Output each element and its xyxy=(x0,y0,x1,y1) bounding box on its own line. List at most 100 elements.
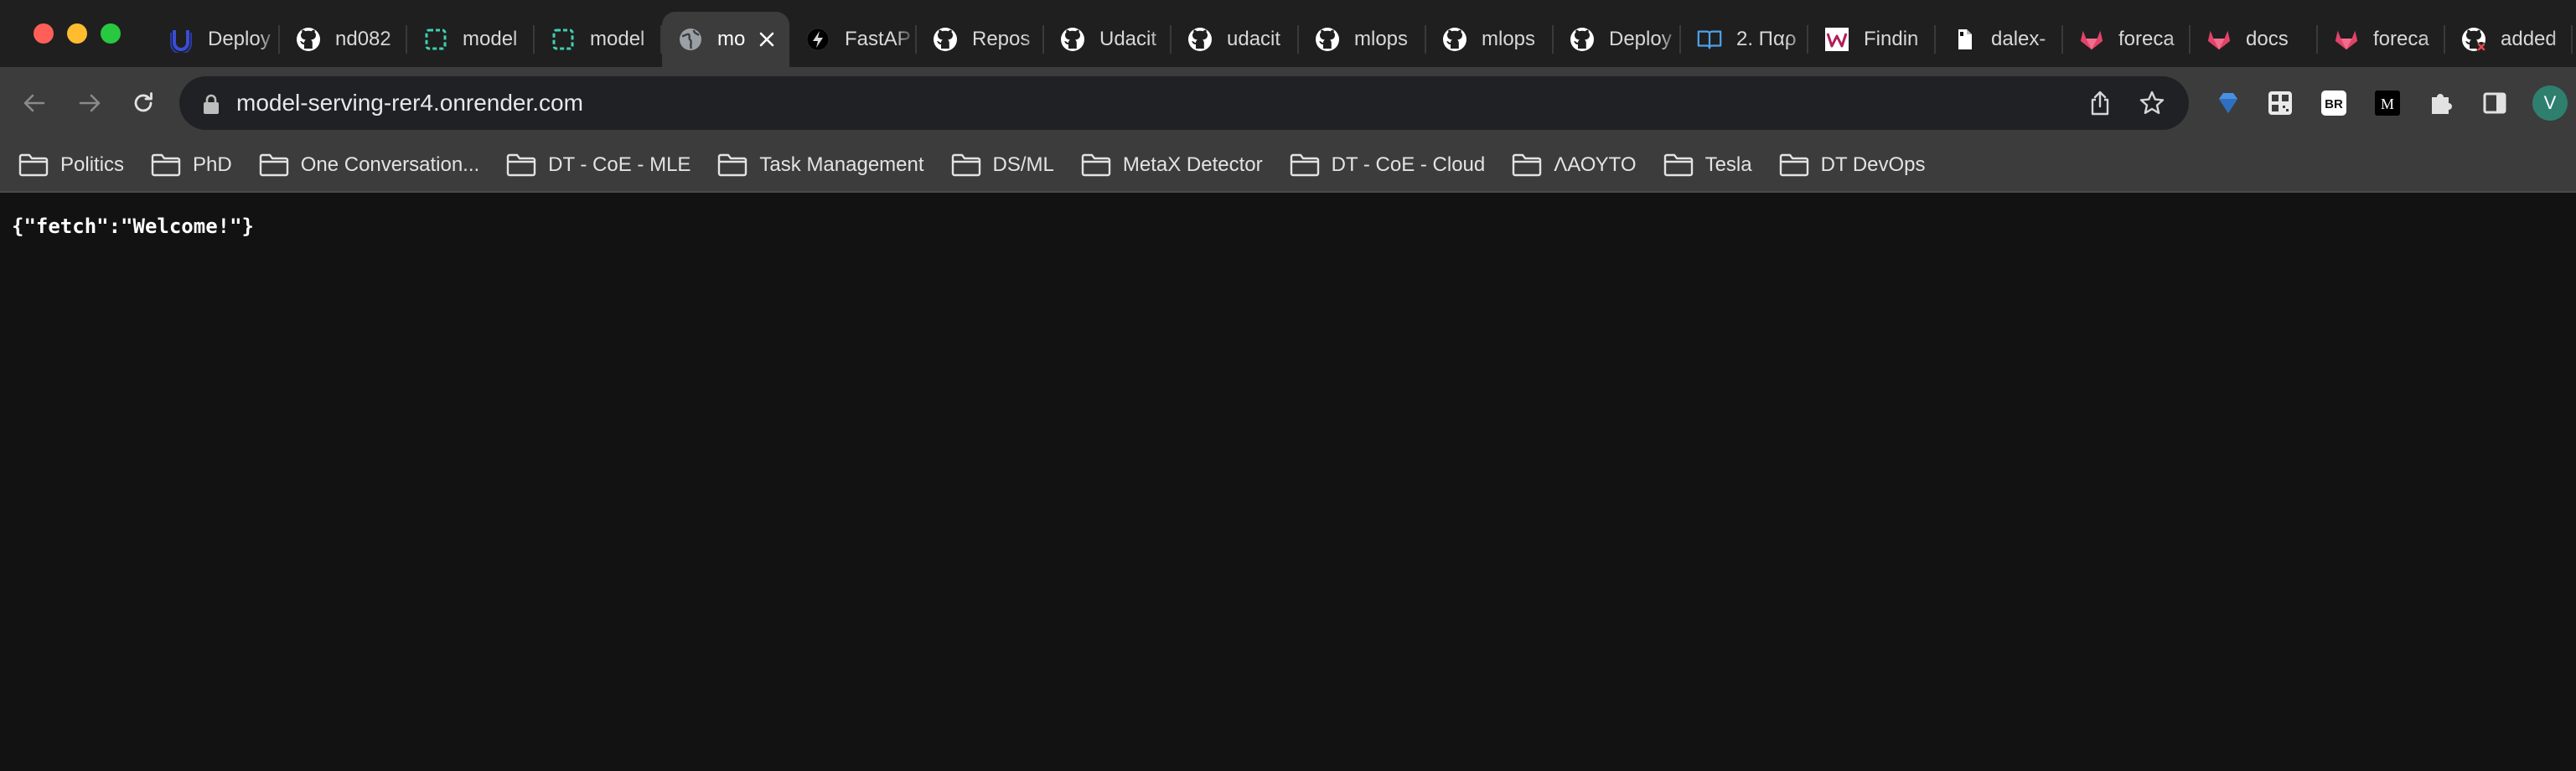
bookmark-folder[interactable]: Politics xyxy=(18,153,124,177)
folder-icon xyxy=(18,153,49,177)
tab-title: model xyxy=(590,28,645,50)
bookmark-star-button[interactable] xyxy=(2137,88,2167,118)
tab-title: udacit xyxy=(1227,28,1281,50)
star-icon xyxy=(2139,91,2165,114)
tab[interactable]: dalex- xyxy=(1936,12,2063,67)
file-icon xyxy=(1951,26,1978,53)
reload-button[interactable] xyxy=(126,85,161,121)
tab-title: Repos xyxy=(972,28,1031,50)
url-text: model-serving-rer4.onrender.com xyxy=(236,90,583,116)
github-error-icon xyxy=(2460,26,2487,53)
br-extension-icon[interactable]: BR xyxy=(2318,87,2350,119)
side-panel-icon[interactable] xyxy=(2479,87,2511,119)
tab[interactable]: Udacit xyxy=(1044,12,1172,67)
bookmark-folder[interactable]: Tesla xyxy=(1663,153,1752,177)
bookmark-folder[interactable]: One Conversation... xyxy=(259,153,479,177)
qr-extension-icon[interactable] xyxy=(2264,87,2296,119)
folder-icon xyxy=(951,153,980,177)
back-button[interactable] xyxy=(17,85,52,121)
tab-title: Deploy xyxy=(208,28,271,50)
book-icon xyxy=(1696,26,1723,53)
share-icon xyxy=(2091,91,2109,116)
tab-title: foreca xyxy=(2118,28,2175,50)
bookmark-label: Politics xyxy=(60,153,125,176)
github-icon xyxy=(932,26,959,53)
bookmark-folder[interactable]: DT DevOps xyxy=(1779,153,1926,177)
tab-title: model xyxy=(463,28,518,50)
bookmark-label: Task Management xyxy=(759,153,924,176)
bookmark-folder[interactable]: DT - CoE - MLE xyxy=(506,153,691,177)
bookmark-folder[interactable]: PhD xyxy=(151,153,232,177)
bookmark-folder[interactable]: Task Management xyxy=(717,153,924,177)
bookmark-label: DT - CoE - Cloud xyxy=(1331,153,1486,176)
bookmark-folder[interactable]: DT - CoE - Cloud xyxy=(1290,153,1486,177)
tab[interactable]: model xyxy=(407,12,535,67)
tab[interactable]: nd082 xyxy=(280,12,407,67)
address-bar[interactable]: model-serving-rer4.onrender.com xyxy=(179,76,2189,130)
maximize-window-button[interactable] xyxy=(101,23,121,44)
bookmark-folder[interactable]: ΛΑΟΥΤΟ xyxy=(1512,153,1637,177)
tab[interactable]: FastAP xyxy=(789,12,917,67)
m-extension-icon[interactable]: M xyxy=(2372,87,2403,119)
gitlab-icon xyxy=(2333,26,2360,53)
tab-strip: Deploy nd082 model model mo FastAP Repos Udacit… xyxy=(0,0,2576,67)
gitlab-icon xyxy=(2206,26,2232,53)
tab[interactable]: mlops xyxy=(1299,12,1426,67)
tab[interactable]: Deploy xyxy=(153,12,280,67)
render-icon xyxy=(422,26,449,53)
tab[interactable]: 2. Παρ xyxy=(1681,12,1808,67)
bookmark-label: ΛΑΟΥΤΟ xyxy=(1554,153,1637,176)
tab[interactable]: Findin xyxy=(1808,12,1936,67)
github-icon xyxy=(1569,26,1596,53)
gem-extension-icon[interactable] xyxy=(2212,87,2244,119)
tab-title: Udacit xyxy=(1099,28,1157,50)
tab-title: 2. Παρ xyxy=(1736,28,1797,50)
folder-icon xyxy=(506,153,536,177)
github-icon xyxy=(1059,26,1086,53)
json-response-text: {"fetch":"Welcome!"} xyxy=(12,215,254,238)
bookmark-folder[interactable]: MetaX Detector xyxy=(1081,153,1263,177)
share-button[interactable] xyxy=(2085,88,2115,118)
tab-title: added xyxy=(2501,28,2557,50)
tab[interactable]: docs xyxy=(2191,12,2318,67)
tab[interactable]: foreca xyxy=(2318,12,2445,67)
arrow-right-icon xyxy=(79,94,101,112)
tab-title: dalex- xyxy=(1991,28,2046,50)
puzzle-extensions-icon[interactable] xyxy=(2425,87,2457,119)
bookmark-folder[interactable]: DS/ML xyxy=(951,153,1054,177)
bookmark-label: DT - CoE - MLE xyxy=(548,153,691,176)
close-tab-icon[interactable] xyxy=(756,28,778,50)
github-icon xyxy=(1187,26,1213,53)
github-icon xyxy=(1314,26,1341,53)
minimize-window-button[interactable] xyxy=(67,23,87,44)
bookmark-label: PhD xyxy=(193,153,232,176)
udacity-icon xyxy=(168,26,194,53)
reload-icon xyxy=(134,92,153,112)
folder-icon xyxy=(151,153,181,177)
tab[interactable]: foreca xyxy=(2063,12,2191,67)
bookmark-label: Tesla xyxy=(1704,153,1752,176)
forward-button[interactable] xyxy=(72,85,107,121)
wiki-icon xyxy=(1823,26,1850,53)
svg-text:BR: BR xyxy=(2325,97,2343,111)
bookmarks-bar: Politics PhD One Conversation... DT - CoE -… xyxy=(0,139,2576,193)
github-icon xyxy=(295,26,322,53)
svg-text:M: M xyxy=(2381,96,2394,112)
tab[interactable]: Repos xyxy=(917,12,1044,67)
tab[interactable]: mlops xyxy=(1426,12,1554,67)
profile-avatar[interactable]: V xyxy=(2532,85,2568,121)
tab-active[interactable]: mo xyxy=(662,12,789,67)
folder-icon xyxy=(1290,153,1319,177)
tab-title: Deploy xyxy=(1609,28,1672,50)
gitlab-icon xyxy=(2078,26,2105,53)
tab[interactable]: added xyxy=(2445,12,2573,67)
bookmark-label: One Conversation... xyxy=(300,153,480,176)
tab[interactable]: Deploy xyxy=(1554,12,1681,67)
tab-title: mo xyxy=(717,28,746,50)
folder-icon xyxy=(1779,153,1808,177)
tab[interactable]: udacit xyxy=(1172,12,1299,67)
tab-title: mlops xyxy=(1354,28,1409,50)
tab-title: Findin xyxy=(1864,28,1919,50)
tab[interactable]: model xyxy=(535,12,662,67)
close-window-button[interactable] xyxy=(34,23,54,44)
